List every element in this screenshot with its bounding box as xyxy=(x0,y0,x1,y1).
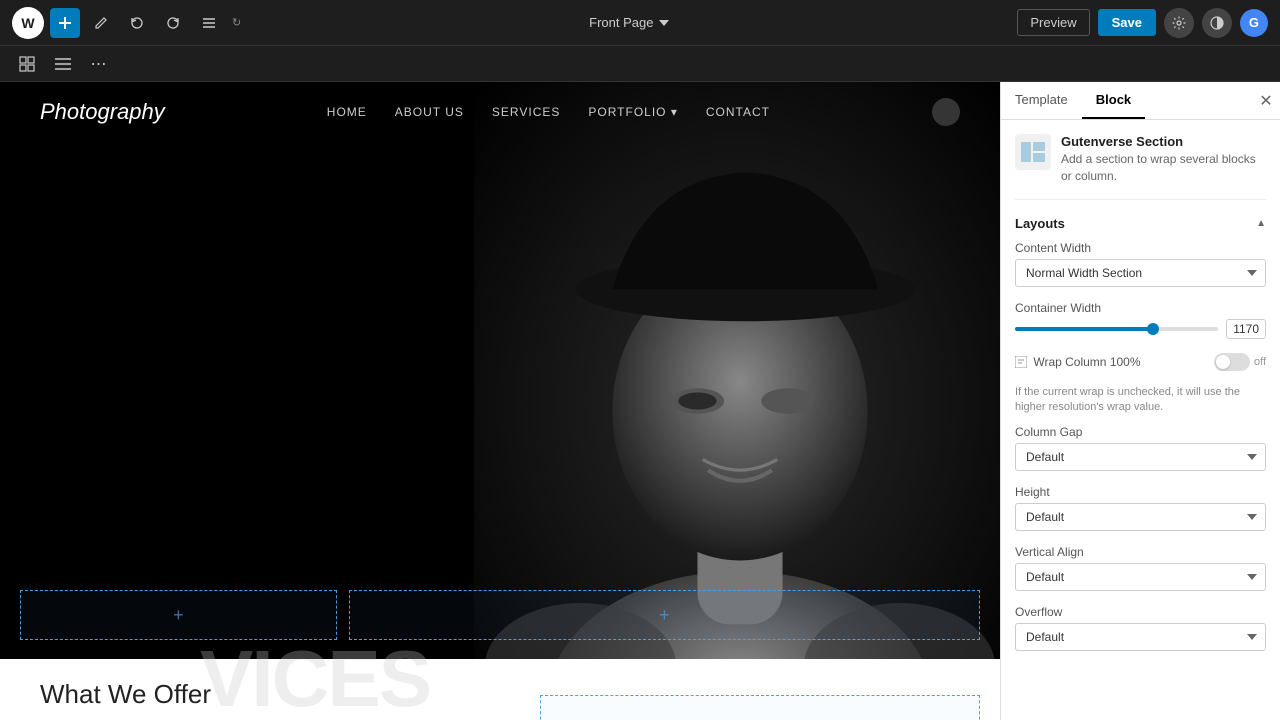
nav-item-services[interactable]: SERVICES xyxy=(492,103,560,121)
right-panel: Template Block ✕ Gutenverse Section Add … xyxy=(1000,82,1280,720)
block-title-text: Gutenverse Section xyxy=(1061,134,1266,149)
add-block-plus-2[interactable]: + xyxy=(659,605,670,626)
top-toolbar: W ↻ Front Page Preview Save xyxy=(0,0,1280,46)
panel-content: Gutenverse Section Add a section to wrap… xyxy=(1001,120,1280,720)
site-navigation: Photography HOME ABOUT US SERVICES PORTF… xyxy=(0,82,1000,142)
stack-view-button[interactable] xyxy=(48,49,78,79)
wrap-column-label: Wrap Column 100% xyxy=(1015,355,1141,369)
settings-button[interactable] xyxy=(1164,8,1194,38)
wrap-column-toggle[interactable]: off xyxy=(1214,353,1266,371)
wrap-column-row: Wrap Column 100% off xyxy=(1015,353,1266,371)
vertical-align-field: Vertical Align Default Top Middle Bottom xyxy=(1015,545,1266,591)
nav-item-portfolio[interactable]: PORTFOLIO ▾ xyxy=(588,103,677,121)
content-width-label: Content Width xyxy=(1015,241,1266,255)
layouts-section-title: Layouts xyxy=(1015,216,1065,231)
nav-item-contact[interactable]: CONTACT xyxy=(706,103,770,121)
undo-button[interactable] xyxy=(122,8,152,38)
site-preview: Photography HOME ABOUT US SERVICES PORTF… xyxy=(0,82,1000,720)
edit-button[interactable] xyxy=(86,8,116,38)
column-1-box[interactable]: + xyxy=(20,590,337,640)
canvas-area[interactable]: Photography HOME ABOUT US SERVICES PORTF… xyxy=(0,82,1000,720)
column-2-box[interactable]: + xyxy=(349,590,980,640)
add-block-plus-1[interactable]: + xyxy=(173,605,184,626)
main-layout: Photography HOME ABOUT US SERVICES PORTF… xyxy=(0,82,1280,720)
column-gap-select[interactable]: Default None Small Medium Large xyxy=(1015,443,1266,471)
toolbar-left: W ↻ xyxy=(12,7,241,39)
column-gap-field: Column Gap Default None Small Medium Lar… xyxy=(1015,425,1266,471)
search-icon xyxy=(932,98,960,126)
overflow-select[interactable]: Default Hidden Visible Auto xyxy=(1015,623,1266,651)
list-view-button[interactable] xyxy=(194,8,224,38)
container-width-row: 1170 xyxy=(1015,319,1266,339)
save-button[interactable]: Save xyxy=(1098,9,1156,36)
panel-tabs: Template Block ✕ xyxy=(1001,82,1280,120)
offer-section: What We Offer VICES xyxy=(0,659,1000,720)
block-info: Gutenverse Section Add a section to wrap… xyxy=(1015,134,1266,200)
tab-template[interactable]: Template xyxy=(1001,82,1082,119)
page-selector-label: Front Page xyxy=(589,15,653,30)
contrast-button[interactable] xyxy=(1202,8,1232,38)
content-width-field: Content Width Normal Width Section Full … xyxy=(1015,241,1266,287)
toggle-knob xyxy=(1216,355,1230,369)
panel-close-button[interactable]: ✕ xyxy=(1252,87,1280,115)
toggle-off-label: off xyxy=(1254,356,1266,368)
add-block-button[interactable] xyxy=(50,8,80,38)
container-width-value[interactable]: 1170 xyxy=(1226,319,1266,339)
more-options-button[interactable]: ⋯ xyxy=(84,49,114,79)
page-selector[interactable]: Front Page xyxy=(581,11,677,34)
block-desc-text: Add a section to wrap several blocks or … xyxy=(1061,151,1266,185)
layouts-collapse-chevron[interactable]: ▲ xyxy=(1256,218,1266,229)
slider-thumb[interactable] xyxy=(1147,323,1159,335)
height-field: Height Default Window Height Custom xyxy=(1015,485,1266,531)
preview-button[interactable]: Preview xyxy=(1017,9,1089,36)
overflow-label: Overflow xyxy=(1015,605,1266,619)
block-text: Gutenverse Section Add a section to wrap… xyxy=(1061,134,1266,185)
column-gap-label: Column Gap xyxy=(1015,425,1266,439)
height-label: Height xyxy=(1015,485,1266,499)
nav-item-about[interactable]: ABOUT US xyxy=(395,103,464,121)
site-menu: HOME ABOUT US SERVICES PORTFOLIO ▾ CONTA… xyxy=(327,103,770,121)
toolbar-center: Front Page xyxy=(581,11,677,34)
wrap-column-desc: If the current wrap is unchecked, it wil… xyxy=(1015,385,1266,416)
redo-button[interactable] xyxy=(158,8,188,38)
container-width-label: Container Width xyxy=(1015,301,1266,315)
vertical-align-label: Vertical Align xyxy=(1015,545,1266,559)
block-icon xyxy=(1015,134,1051,170)
overflow-field: Overflow Default Hidden Visible Auto xyxy=(1015,605,1266,651)
redo-tooltip: ↻ xyxy=(232,16,241,29)
column-selection-row: + + xyxy=(20,590,980,640)
toolbar-right: Preview Save G xyxy=(1017,8,1268,38)
vertical-align-select[interactable]: Default Top Middle Bottom xyxy=(1015,563,1266,591)
height-select[interactable]: Default Window Height Custom xyxy=(1015,503,1266,531)
container-width-slider[interactable] xyxy=(1015,327,1218,331)
site-logo: Photography xyxy=(40,99,165,125)
offer-selection-box[interactable] xyxy=(540,695,980,720)
nav-item-home[interactable]: HOME xyxy=(327,103,367,121)
wp-logo[interactable]: W xyxy=(12,7,44,39)
grid-view-button[interactable] xyxy=(12,49,42,79)
toggle-track[interactable] xyxy=(1214,353,1250,371)
second-toolbar: ⋯ xyxy=(0,46,1280,82)
content-width-select[interactable]: Normal Width Section Full Width Section … xyxy=(1015,259,1266,287)
tab-block[interactable]: Block xyxy=(1082,82,1145,119)
google-account-button[interactable]: G xyxy=(1240,9,1268,37)
layouts-section-header: Layouts ▲ xyxy=(1015,216,1266,231)
